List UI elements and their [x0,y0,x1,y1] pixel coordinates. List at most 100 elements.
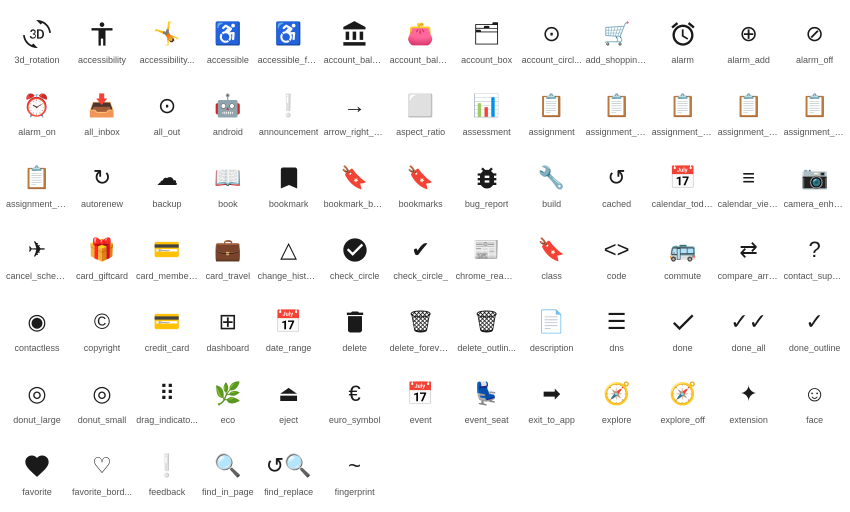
icon-check_circle[interactable]: check_circle [322,220,388,292]
icon-done_all[interactable]: ✓✓done_all [716,292,782,364]
icon-date_range[interactable]: 📅date_range [256,292,322,364]
icon-class[interactable]: 🔖class [520,220,584,292]
icon-check_circle_outline[interactable]: ✔check_circle_ [388,220,454,292]
icon-alarm_off[interactable]: ⊘alarm_off [782,4,848,76]
icon-favorite[interactable]: favorite [4,436,70,508]
icon-account_balance[interactable]: account_balan... [322,4,388,76]
icon-find_replace[interactable]: ↺🔍find_replace [256,436,322,508]
icon-assignment_late[interactable]: 📋assignment_la... [650,76,716,148]
icon-favorite_border[interactable]: ♡favorite_bord... [70,436,134,508]
icon-all_inbox[interactable]: 📥all_inbox [70,76,134,148]
icon-credit_card[interactable]: 💳credit_card [134,292,200,364]
bookmark_border-symbol: 🔖 [341,161,368,195]
bug_report-symbol [473,161,501,195]
assignment_ind-symbol: 📋 [603,89,630,123]
icon-account_circle[interactable]: ⊙account_circl... [520,4,584,76]
icon-autorenew[interactable]: ↻ autorenew [70,148,134,220]
done_all-symbol: ✓✓ [730,305,767,339]
account_balance-label: account_balan... [324,55,386,66]
icon-accessible[interactable]: ♿accessible [200,4,256,76]
change_history-label: change_histor... [258,271,320,282]
icon-alarm_add[interactable]: ⊕alarm_add [716,4,782,76]
icon-backup[interactable]: ☁backup [134,148,200,220]
icon-assignment_return[interactable]: 📋assignment_re... [716,76,782,148]
icon-change_history[interactable]: △change_histor... [256,220,322,292]
arrow_right_alt-label: arrow_right_a... [324,127,386,138]
icon-camera_enhance[interactable]: 📷camera_enhan... [782,148,848,220]
icon-bookmark_border[interactable]: 🔖bookmark_bord... [322,148,388,220]
alarm_add-symbol: ⊕ [739,17,757,51]
icon-dns[interactable]: ☰dns [584,292,650,364]
icon-accessibility_new[interactable]: 🤸accessibility... [134,4,200,76]
icon-book[interactable]: 📖book [200,148,256,220]
icon-eco[interactable]: 🌿eco [200,364,256,436]
icon-card_membership[interactable]: 💳card_membersh... [134,220,200,292]
icon-drag_indicator[interactable]: ⠿drag_indicato... [134,364,200,436]
calendar_view_day-symbol: ≡ [742,161,755,195]
icon-fingerprint[interactable]: ~fingerprint [322,436,388,508]
icon-all_out[interactable]: ⊙all_out [134,76,200,148]
compare_arrows-symbol: ⇄ [739,233,757,267]
icon-delete[interactable]: delete [322,292,388,364]
icon-event_seat[interactable]: 💺event_seat [454,364,520,436]
icon-assignment_returned[interactable]: 📋assignment_re... [782,76,848,148]
icon-accessibility[interactable]: accessibility [70,4,134,76]
icon-android[interactable]: 🤖android [200,76,256,148]
icon-exit_to_app[interactable]: ➡exit_to_app [520,364,584,436]
icon-accessible_forward[interactable]: ♿accessible_fo... [256,4,322,76]
favorite_border-label: favorite_bord... [72,487,132,498]
icon-compare_arrows[interactable]: ⇄compare_arrow... [716,220,782,292]
icon-calendar_view_day[interactable]: ≡calendar_view... [716,148,782,220]
icon-cancel_schedule_send[interactable]: ✈cancel_schedu... [4,220,70,292]
icon-commute[interactable]: 🚌commute [650,220,716,292]
icon-calendar_today[interactable]: 📅calendar_toda... [650,148,716,220]
icon-donut_large[interactable]: ◎donut_large [4,364,70,436]
icon-event[interactable]: 📅event [388,364,454,436]
icon-account_box[interactable]: 🗂account_box [454,4,520,76]
icon-bookmark[interactable]: bookmark [256,148,322,220]
icon-delete_outline[interactable]: 🗑delete_outlin... [454,292,520,364]
icon-account_balance_wallet[interactable]: 👛account_balan... [388,4,454,76]
icon-bookmarks[interactable]: 🔖bookmarks [388,148,454,220]
icon-find_in_page[interactable]: 🔍find_in_page [200,436,256,508]
icon-assignment_ind[interactable]: 📋assignment_in... [584,76,650,148]
icon-announcement[interactable]: ❕announcement [256,76,322,148]
icon-delete_forever[interactable]: 🗑delete_foreve... [388,292,454,364]
icon-done[interactable]: done [650,292,716,364]
icon-alarm[interactable]: alarm [650,4,716,76]
icon-card_giftcard[interactable]: 🎁card_giftcard [70,220,134,292]
icon-description[interactable]: 📄description [520,292,584,364]
icon-assignment[interactable]: 📋assignment [520,76,584,148]
icon-3d_rotation[interactable]: 3d_rotation [4,4,70,76]
icon-add_shopping_cart[interactable]: 🛒add_shopping... [584,4,650,76]
icon-assignment_turned_in[interactable]: 📋assignment_tu... [4,148,70,220]
icon-assessment[interactable]: 📊assessment [454,76,520,148]
icon-copyright[interactable]: ©copyright [70,292,134,364]
icon-euro_symbol[interactable]: €euro_symbol [322,364,388,436]
icon-face[interactable]: ☺face [782,364,848,436]
alarm-symbol [669,17,697,51]
icon-dashboard[interactable]: ⊞dashboard [200,292,256,364]
icon-bug_report[interactable]: bug_report [454,148,520,220]
icon-arrow_right_alt[interactable]: →arrow_right_a... [322,76,388,148]
autorenew-symbol: ↻ [93,161,111,195]
contact_support-label: contact_suppo... [784,271,846,282]
icon-contact_support[interactable]: ?contact_suppo... [782,220,848,292]
icon-explore[interactable]: 🧭explore [584,364,650,436]
icon-contactless[interactable]: ◉contactless [4,292,70,364]
icon-aspect_ratio[interactable]: ⬜aspect_ratio [388,76,454,148]
icon-build[interactable]: 🔧build [520,148,584,220]
autorenew-label: autorenew [81,199,123,210]
icon-cached[interactable]: ↺cached [584,148,650,220]
build-symbol: 🔧 [538,161,565,195]
icon-done_outline[interactable]: ✓done_outline [782,292,848,364]
icon-donut_small[interactable]: ◎donut_small [70,364,134,436]
icon-card_travel[interactable]: 💼card_travel [200,220,256,292]
icon-feedback[interactable]: ❕feedback [134,436,200,508]
icon-extension[interactable]: ✦extension [716,364,782,436]
icon-chrome_reader_mode[interactable]: 📰chrome_reader... [454,220,520,292]
icon-eject[interactable]: ⏏eject [256,364,322,436]
icon-alarm_on[interactable]: ⏰alarm_on [4,76,70,148]
icon-explore_off[interactable]: 🧭explore_off [650,364,716,436]
icon-code[interactable]: <>code [584,220,650,292]
